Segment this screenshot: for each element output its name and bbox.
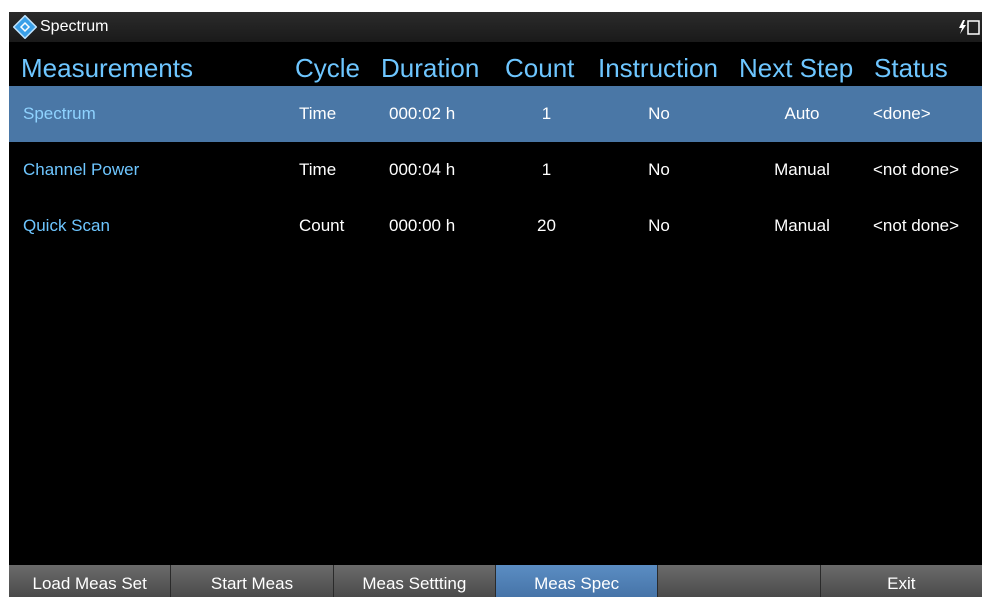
- row-instruction: No: [648, 160, 670, 179]
- row-name: Quick Scan: [23, 216, 110, 235]
- row-status: <done>: [873, 104, 931, 123]
- row-cycle: Count: [299, 216, 345, 235]
- row-duration: 000:04 h: [389, 160, 456, 179]
- header-status: Status: [874, 53, 948, 83]
- row-status: <not done>: [873, 216, 960, 235]
- row-status: <not done>: [873, 160, 960, 179]
- instrument-screen: Spectrum Measurements Cycle Duration Cou…: [9, 12, 982, 597]
- exit-button[interactable]: Exit: [820, 565, 982, 597]
- row-cycle: Time: [299, 104, 337, 123]
- row-count: 1: [541, 104, 552, 123]
- row-instruction: No: [648, 104, 670, 123]
- title-bar: Spectrum: [9, 12, 982, 42]
- header-measurements: Measurements: [21, 53, 193, 83]
- rohde-schwarz-logo-icon: [13, 15, 37, 39]
- table-header: Measurements Cycle Duration Count Instru…: [9, 48, 982, 88]
- row-next-step: Manual: [774, 160, 830, 179]
- row-duration: 000:02 h: [389, 104, 456, 123]
- table-row[interactable]: Spectrum Time 000:02 h 1 No Auto <done>: [9, 86, 982, 142]
- start-meas-button[interactable]: Start Meas: [171, 565, 334, 597]
- header-duration: Duration: [381, 53, 480, 83]
- meas-spec-button[interactable]: Meas Spec: [495, 565, 659, 597]
- header-instruction: Instruction: [598, 53, 718, 83]
- header-cycle: Cycle: [295, 53, 361, 83]
- row-instruction: No: [648, 216, 670, 235]
- row-next-step: Auto: [784, 104, 820, 123]
- table-row[interactable]: Channel Power Time 000:04 h 1 No Manual …: [9, 142, 982, 198]
- softkey-bar: Load Meas Set Start Meas Meas Settting M…: [9, 565, 982, 597]
- header-next-step: Next Step: [739, 53, 854, 83]
- app-title: Spectrum: [40, 18, 109, 35]
- row-count: 20: [537, 216, 556, 235]
- table-row[interactable]: Quick Scan Count 000:00 h 20 No Manual <…: [9, 198, 982, 254]
- row-count: 1: [541, 160, 552, 179]
- load-meas-set-button[interactable]: Load Meas Set: [9, 565, 172, 597]
- row-name: Channel Power: [23, 160, 140, 179]
- meas-settting-button[interactable]: Meas Settting: [333, 565, 496, 597]
- row-cycle: Time: [299, 160, 337, 179]
- header-count: Count: [505, 53, 575, 83]
- empty-softkey[interactable]: [658, 565, 821, 597]
- row-duration: 000:00 h: [389, 216, 456, 235]
- battery-charging-icon: [959, 20, 980, 35]
- row-name: Spectrum: [23, 104, 96, 123]
- row-next-step: Manual: [774, 216, 830, 235]
